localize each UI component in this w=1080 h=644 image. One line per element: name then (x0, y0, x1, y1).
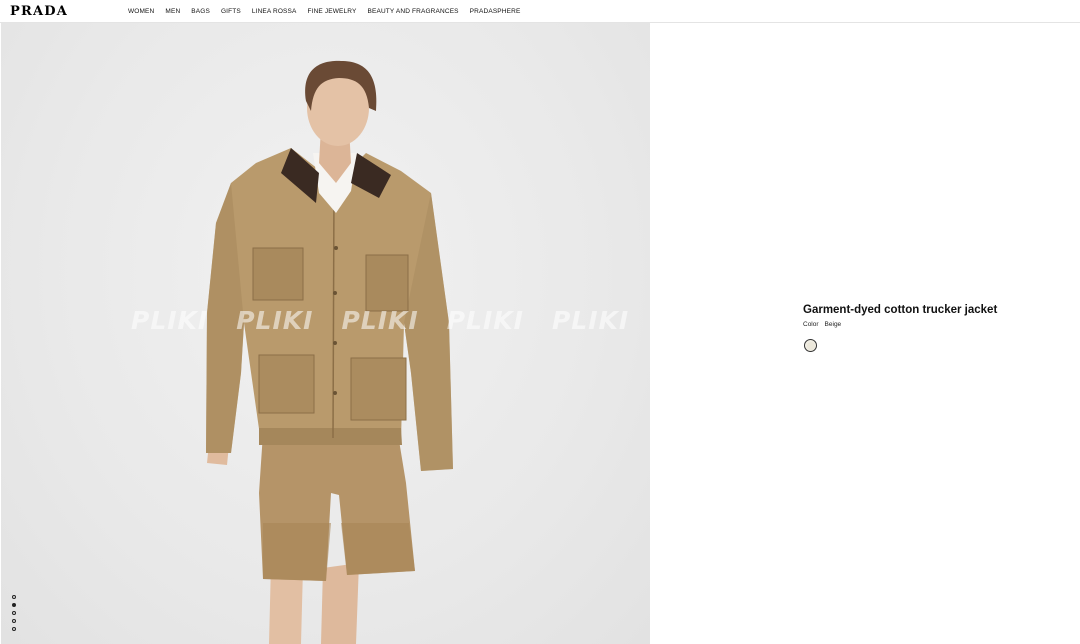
product-image-gallery[interactable]: PLIKI PLIKI PLIKI PLIKI PLIKI PLIKI (1, 23, 650, 644)
watermark-text: PLIKI (551, 306, 630, 335)
watermark-text: PLIKI (131, 306, 209, 335)
nav-pradasphere[interactable]: PRADASPHERE (470, 8, 521, 15)
watermark-text: PLIKI (236, 306, 314, 335)
watermark-text: PLIKI (446, 306, 524, 335)
site-header: PRADA WOMEN MEN BAGS GIFTS LINEA ROSSA F… (0, 0, 1080, 23)
prada-logo[interactable]: PRADA (10, 4, 68, 19)
nav-bags[interactable]: BAGS (191, 8, 210, 15)
product-info-panel: Garment-dyed cotton trucker jacket Color… (650, 23, 1080, 644)
nav-beauty-and-fragrances[interactable]: BEAUTY AND FRAGRANCES (368, 8, 459, 15)
gallery-dot-2[interactable] (12, 603, 16, 607)
watermark: PLIKI PLIKI PLIKI PLIKI PLIKI PLIKI (131, 306, 650, 335)
nav-fine-jewelry[interactable]: FINE JEWELRY (308, 8, 357, 15)
color-label: Color (803, 321, 819, 328)
gallery-pagination (12, 595, 16, 631)
nav-men[interactable]: MEN (165, 8, 180, 15)
gallery-dot-1[interactable] (12, 595, 16, 599)
nav-linea-rossa[interactable]: LINEA ROSSA (252, 8, 297, 15)
color-value: Beige (824, 321, 842, 328)
nav-women[interactable]: WOMEN (128, 8, 154, 15)
watermark-text: PLIKI (341, 306, 419, 335)
color-swatch-beige[interactable] (804, 339, 817, 352)
gallery-dot-3[interactable] (12, 611, 16, 615)
gallery-dot-5[interactable] (12, 627, 16, 631)
nav-gifts[interactable]: GIFTS (221, 8, 241, 15)
gallery-dot-4[interactable] (12, 619, 16, 623)
main-nav: WOMEN MEN BAGS GIFTS LINEA ROSSA FINE JE… (128, 8, 520, 15)
color-row: Color Beige (803, 321, 841, 328)
product-title: Garment-dyed cotton trucker jacket (803, 304, 998, 316)
